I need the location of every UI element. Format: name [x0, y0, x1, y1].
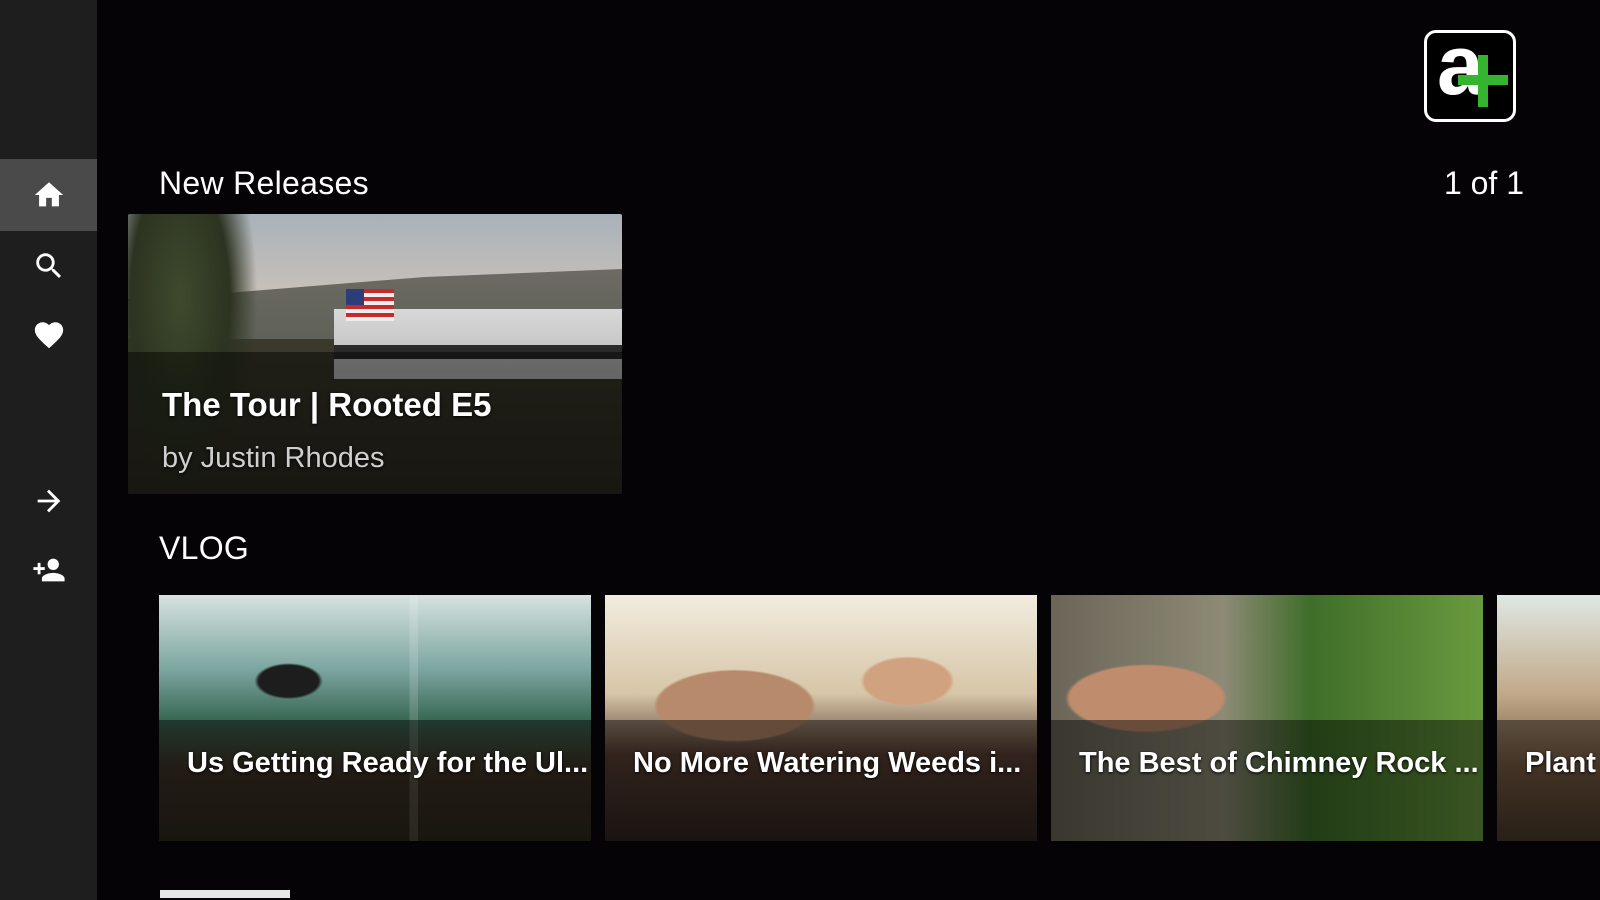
vlog-title: VLOG [159, 530, 250, 566]
vlog-card-overlay [159, 720, 591, 841]
search-icon [35, 253, 61, 279]
add-user-icon [32, 558, 65, 582]
sidebar-item-home[interactable] [0, 159, 97, 231]
featured-video-title: The Tour | Rooted E5 [162, 386, 492, 423]
featured-video-card[interactable]: The Tour | Rooted E5 by Justin Rhodes [128, 214, 622, 494]
sidebar-item-search[interactable] [0, 230, 97, 302]
vlog-card-overlay [1051, 720, 1483, 841]
vlog-card-title: Plant [1525, 747, 1596, 779]
featured-video-byline: by Justin Rhodes [162, 442, 385, 474]
heart-icon [34, 322, 63, 349]
logo-letter-a: a [1437, 18, 1484, 112]
sidebar-item-add-account[interactable] [0, 534, 97, 606]
sidebar-nav [0, 0, 97, 900]
vlog-card-overlay [605, 720, 1037, 841]
logo-plus-horizontal [1458, 75, 1508, 85]
app-logo: a [1424, 23, 1516, 122]
thumbnail-flag [346, 289, 394, 321]
home-icon [34, 182, 63, 207]
vlog-card-title: Us Getting Ready for the Ul... [187, 747, 587, 779]
next-section-title-partial [160, 890, 290, 898]
vlog-card-overlay [1497, 720, 1600, 841]
vlog-card[interactable]: Us Getting Ready for the Ul... [159, 595, 591, 841]
vlog-card[interactable]: No More Watering Weeds i... [605, 595, 1037, 841]
page-indicator: 1 of 1 [1443, 165, 1524, 201]
vlog-card-title: No More Watering Weeds i... [633, 747, 1022, 779]
sidebar-item-sign-in[interactable] [0, 465, 97, 537]
new-releases-title: New Releases [159, 165, 369, 201]
arrow-right-icon [37, 489, 60, 513]
sidebar-item-favorites[interactable] [0, 299, 97, 371]
vlog-card-title: The Best of Chimney Rock ... [1079, 747, 1479, 779]
vlog-card[interactable]: The Best of Chimney Rock ... [1051, 595, 1483, 841]
vlog-card[interactable]: Plant [1497, 595, 1600, 841]
